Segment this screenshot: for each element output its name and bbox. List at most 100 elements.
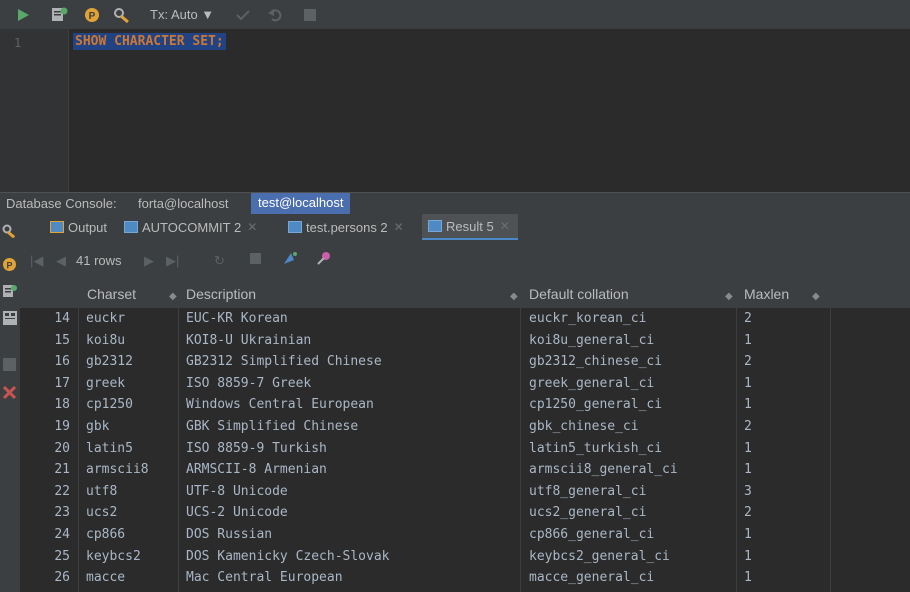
pin-icon[interactable] (316, 250, 332, 269)
cell-description[interactable]: ARMSCII-8 Armenian (186, 462, 327, 477)
row-number[interactable]: 22 (44, 484, 70, 499)
rollback-icon[interactable] (266, 0, 284, 29)
cell-default-collation[interactable]: ucs2_general_ci (529, 505, 646, 520)
parameters-icon[interactable]: P (82, 0, 102, 29)
sql-editor[interactable]: 1 SHOW CHARACTER SET; (0, 29, 910, 192)
table-row[interactable]: 20 latin5 ISO 8859-9 Turkish latin5_turkish… (20, 439, 910, 460)
stop-icon[interactable] (3, 356, 16, 375)
row-number[interactable]: 23 (44, 505, 70, 520)
commit-icon[interactable] (234, 0, 252, 29)
cell-default-collation[interactable]: gb2312_chinese_ci (529, 354, 662, 369)
settings-icon[interactable] (112, 0, 134, 29)
cell-charset[interactable]: keybcs2 (86, 549, 141, 564)
cell-charset[interactable]: macce (86, 570, 125, 585)
cell-description[interactable]: ISO 8859-9 Turkish (186, 441, 327, 456)
cell-description[interactable]: DOS Kamenicky Czech-Slovak (186, 549, 390, 564)
cell-maxlen[interactable]: 1 (744, 376, 752, 391)
cell-maxlen[interactable]: 2 (744, 505, 752, 520)
cell-charset[interactable]: cp866 (86, 527, 125, 542)
column-header-maxlen[interactable]: Maxlen (744, 286, 789, 302)
cell-default-collation[interactable]: utf8_general_ci (529, 484, 646, 499)
cell-maxlen[interactable]: 1 (744, 527, 752, 542)
cell-default-collation[interactable]: latin5_turkish_ci (529, 441, 662, 456)
table-row[interactable]: 23 ucs2 UCS-2 Unicode ucs2_general_ci 2 (20, 503, 910, 524)
cell-default-collation[interactable]: gbk_chinese_ci (529, 419, 639, 434)
cell-charset[interactable]: utf8 (86, 484, 117, 499)
cell-charset[interactable]: latin5 (86, 441, 133, 456)
cell-description[interactable]: KOI8-U Ukrainian (186, 333, 311, 348)
cell-charset[interactable]: koi8u (86, 333, 125, 348)
parameters-icon[interactable]: P (2, 257, 17, 276)
cell-default-collation[interactable]: armscii8_general_ci (529, 462, 678, 477)
cell-maxlen[interactable]: 1 (744, 549, 752, 564)
row-number[interactable]: 18 (44, 397, 70, 412)
cell-default-collation[interactable]: greek_general_ci (529, 376, 654, 391)
cell-maxlen[interactable]: 3 (744, 484, 752, 499)
close-tab-icon[interactable]: ✕ (394, 220, 404, 234)
sql-code[interactable]: SHOW CHARACTER SET; (73, 33, 226, 50)
table-row[interactable]: 18 cp1250 Windows Central European cp1250_g… (20, 395, 910, 416)
row-number[interactable]: 20 (44, 441, 70, 456)
cell-maxlen[interactable]: 1 (744, 570, 752, 585)
sort-icon[interactable]: ◆ (812, 286, 820, 302)
table-row[interactable]: 14 euckr EUC-KR Korean euckr_korean_ci 2 (20, 309, 910, 330)
cell-maxlen[interactable]: 1 (744, 441, 752, 456)
reload-icon[interactable]: ↻ (214, 253, 225, 269)
table-row[interactable]: 26 macce Mac Central European macce_general… (20, 568, 910, 589)
cell-charset[interactable]: ucs2 (86, 505, 117, 520)
row-number[interactable]: 14 (44, 311, 70, 326)
sort-icon[interactable]: ◆ (169, 286, 177, 302)
column-header-description[interactable]: Description (186, 286, 256, 302)
cell-default-collation[interactable]: keybcs2_general_ci (529, 549, 670, 564)
table-row[interactable]: 24 cp866 DOS Russian cp866_general_ci 1 (20, 525, 910, 546)
next-page-icon[interactable]: ▶ (144, 253, 154, 269)
cell-description[interactable]: UCS-2 Unicode (186, 505, 288, 520)
cell-charset[interactable]: armscii8 (86, 462, 149, 477)
stop-icon[interactable] (250, 252, 261, 267)
settings-icon[interactable] (2, 223, 18, 242)
row-number[interactable]: 26 (44, 570, 70, 585)
sort-icon[interactable]: ◆ (725, 286, 733, 302)
row-number[interactable]: 17 (44, 376, 70, 391)
cell-charset[interactable]: greek (86, 376, 125, 391)
cell-description[interactable]: UTF-8 Unicode (186, 484, 288, 499)
tab-result-5[interactable]: Result 5 ✕ (422, 214, 518, 240)
row-number[interactable]: 21 (44, 462, 70, 477)
cell-description[interactable]: ISO 8859-7 Greek (186, 376, 311, 391)
cell-description[interactable]: Mac Central European (186, 570, 343, 585)
cell-description[interactable]: GBK Simplified Chinese (186, 419, 358, 434)
prev-page-icon[interactable]: ◀ (56, 253, 66, 269)
close-tab-icon[interactable]: ✕ (500, 219, 510, 233)
cell-maxlen[interactable]: 2 (744, 354, 752, 369)
column-header-default-collation[interactable]: Default collation (529, 286, 629, 302)
cell-maxlen[interactable]: 2 (744, 311, 752, 326)
cell-charset[interactable]: euckr (86, 311, 125, 326)
cell-default-collation[interactable]: cp866_general_ci (529, 527, 654, 542)
cell-maxlen[interactable]: 1 (744, 462, 752, 477)
stop-icon[interactable] (302, 0, 318, 29)
cell-description[interactable]: GB2312 Simplified Chinese (186, 354, 382, 369)
table-row[interactable]: 22 utf8 UTF-8 Unicode utf8_general_ci 3 (20, 482, 910, 503)
close-tab-icon[interactable]: ✕ (247, 220, 257, 234)
table-row[interactable]: 17 greek ISO 8859-7 Greek greek_general_ci 1 (20, 374, 910, 395)
transaction-mode-dropdown[interactable]: Tx: Auto ▼ (150, 0, 214, 29)
cell-maxlen[interactable]: 1 (744, 333, 752, 348)
table-row[interactable]: 16 gb2312 GB2312 Simplified Chinese gb2312_… (20, 352, 910, 373)
row-count[interactable]: 41 rows (76, 253, 122, 268)
close-icon[interactable] (2, 384, 17, 403)
cell-maxlen[interactable]: 2 (744, 419, 752, 434)
first-page-icon[interactable]: |◀ (30, 253, 43, 269)
console-tab-forta[interactable]: forta@localhost (138, 196, 229, 211)
row-number[interactable]: 15 (44, 333, 70, 348)
cell-default-collation[interactable]: koi8u_general_ci (529, 333, 654, 348)
last-page-icon[interactable]: ▶| (166, 253, 179, 269)
cell-description[interactable]: EUC-KR Korean (186, 311, 288, 326)
table-row[interactable]: 21 armscii8 ARMSCII-8 Armenian armscii8_gen… (20, 460, 910, 481)
table-row[interactable]: 15 koi8u KOI8-U Ukrainian koi8u_general_ci 1 (20, 331, 910, 352)
cell-charset[interactable]: gbk (86, 419, 109, 434)
sort-icon[interactable]: ◆ (510, 286, 518, 302)
cell-charset[interactable]: cp1250 (86, 397, 133, 412)
layout-icon[interactable] (3, 310, 17, 329)
run-icon[interactable] (14, 0, 32, 29)
column-header-charset[interactable]: Charset (87, 286, 136, 302)
